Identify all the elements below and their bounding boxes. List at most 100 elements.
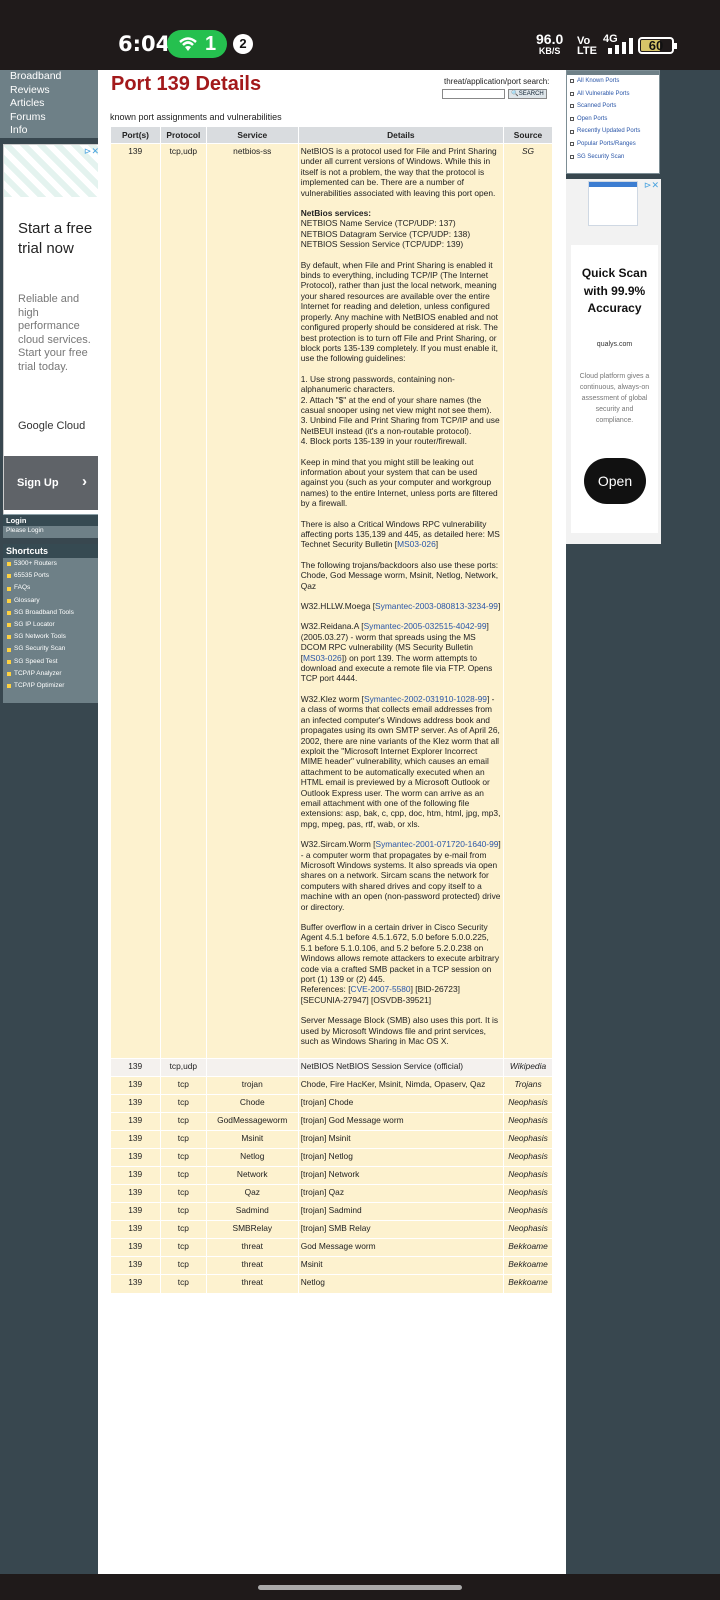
cell-source: Neophasis	[503, 1202, 553, 1221]
port-links-box: All Known Ports All Vulnerable Ports Sca…	[566, 70, 660, 174]
bullet-icon	[570, 91, 574, 96]
cell-service: Network	[206, 1166, 299, 1185]
details-paragraph: W32.Sircam.Worm [Symantec-2001-071720-16…	[300, 839, 501, 912]
nav-broadband[interactable]: Broadband	[10, 70, 104, 84]
nav-articles[interactable]: Articles	[10, 97, 104, 111]
cell-source: Neophasis	[503, 1184, 553, 1203]
details-paragraph: Keep in mind that you might still be lea…	[300, 456, 498, 509]
link-all-known-ports[interactable]: All Known Ports	[567, 75, 659, 88]
shortcut-item[interactable]: SG Broadband Tools	[3, 607, 102, 619]
shortcut-item[interactable]: SG Network Tools	[3, 631, 102, 643]
cell-protocol: tcp	[160, 1076, 207, 1095]
symantec-link[interactable]: Symantec-2002-031910-1028-99	[364, 694, 487, 704]
ms03-026-link[interactable]: MS03-026	[397, 539, 436, 549]
signal-icon	[608, 38, 633, 54]
symantec-link[interactable]: Symantec-2001-071720-1640-99	[375, 839, 498, 849]
cell-protocol: tcp	[160, 1112, 207, 1131]
cell-service: GodMessageworm	[206, 1112, 299, 1131]
symantec-link[interactable]: Symantec-2005-032515-4042-99	[364, 621, 487, 631]
shortcut-item[interactable]: SG Security Scan	[3, 643, 102, 655]
bullet-icon	[7, 574, 11, 579]
cell-protocol: tcp,udp	[160, 1058, 207, 1077]
login-link[interactable]: Please Login	[3, 526, 102, 535]
details-paragraph: W32.Klez worm [Symantec-2002-031910-1028…	[300, 693, 501, 829]
signup-button[interactable]: Sign Up ›	[4, 456, 101, 510]
shortcut-item[interactable]: FAQs	[3, 582, 102, 594]
bullet-icon	[7, 647, 11, 652]
link-security-scan[interactable]: SG Security Scan	[567, 151, 659, 164]
ad-domain: qualys.com	[596, 341, 633, 348]
volte-indicator: Vo LTE	[577, 35, 597, 57]
ad-choices-icon[interactable]: ⊳✕	[644, 180, 659, 191]
google-cloud-ad[interactable]: ⊳✕ Start a free trial now Reliable and h…	[3, 144, 102, 534]
link-open-ports[interactable]: Open Ports	[567, 113, 659, 126]
status-bar: 6:04 1 2 96.0 KB/S Vo LTE 4G 60	[0, 0, 720, 70]
table-row: 139 tcp threat God Message worm Bekkoame	[110, 1238, 553, 1257]
table-row: 139 tcp Network [trojan] Network Neophasis	[110, 1166, 553, 1185]
nav-reviews[interactable]: Reviews	[10, 84, 104, 98]
table-row: 139 tcp,udp netbios-ss NetBIOS is a prot…	[110, 143, 553, 1059]
nav-info[interactable]: Info	[10, 124, 104, 138]
cell-details: [trojan] Qaz	[298, 1184, 505, 1203]
col-header-protocol: Protocol	[159, 126, 207, 144]
cell-protocol: tcp	[160, 1184, 207, 1203]
shortcut-item[interactable]: Glossary	[3, 595, 102, 607]
cell-source: Bekkoame	[503, 1238, 553, 1257]
ad-body: Reliable and high performance cloud serv…	[18, 293, 91, 373]
link-all-vulnerable-ports[interactable]: All Vulnerable Ports	[567, 88, 659, 101]
link-scanned-ports[interactable]: Scanned Ports	[567, 100, 659, 113]
bullet-icon	[570, 79, 574, 84]
nav-forums[interactable]: Forums	[10, 111, 104, 125]
cell-protocol: tcp	[160, 1130, 207, 1149]
shortcut-item[interactable]: TCP/IP Analyzer	[3, 668, 102, 680]
ms03-026-link[interactable]: MS03-026	[303, 653, 342, 663]
cell-port: 139	[110, 1202, 161, 1221]
cell-source: Trojans	[503, 1076, 553, 1095]
link-recently-updated[interactable]: Recently Updated Ports	[567, 125, 659, 138]
right-sidebar: All Known Ports All Vulnerable Ports Sca…	[566, 70, 720, 1574]
col-header-source: Source	[503, 126, 553, 144]
cell-service: Chode	[206, 1094, 299, 1113]
login-title: Login	[3, 515, 102, 526]
cell-port: 139	[110, 1148, 161, 1167]
qualys-ad[interactable]: ⊳✕ Quick Scan with 99.9% Accuracy qualys…	[566, 179, 661, 544]
link-popular-ports[interactable]: Popular Ports/Ranges	[567, 138, 659, 151]
search-button[interactable]: 🔍SEARCH	[508, 89, 547, 99]
login-box[interactable]: Login Please Login	[3, 514, 102, 538]
top-nav: Broadband Reviews Articles Forums Info	[0, 70, 104, 138]
symantec-link[interactable]: Symantec-2003-080813-3234-99	[375, 601, 498, 611]
bullet-icon	[7, 598, 11, 603]
shortcut-item[interactable]: 65535 Ports	[3, 570, 102, 582]
open-button[interactable]: Open	[584, 458, 646, 504]
bullet-icon	[7, 562, 11, 567]
bullet-icon	[570, 154, 574, 159]
table-row: 139 tcp Qaz [trojan] Qaz Neophasis	[110, 1184, 553, 1203]
bullet-icon	[570, 104, 574, 109]
battery-icon: 60	[638, 37, 677, 54]
hotspot-indicator[interactable]: 1	[167, 30, 227, 58]
cve-link[interactable]: CVE-2007-5580	[351, 984, 411, 994]
cell-port: 139	[110, 1238, 161, 1257]
network-speed: 96.0 KB/S	[536, 31, 564, 56]
left-sidebar: Broadband Reviews Articles Forums Info	[0, 70, 104, 138]
cell-protocol: tcp	[160, 1202, 207, 1221]
shortcut-item[interactable]: TCP/IP Optimizer	[3, 680, 102, 692]
ad-brand: Google Cloud	[18, 420, 86, 432]
home-handle[interactable]	[258, 1585, 462, 1590]
chevron-right-icon: ›	[82, 473, 87, 490]
cell-protocol: tcp	[160, 1094, 207, 1113]
bullet-icon	[7, 610, 11, 615]
cell-service: SMBRelay	[206, 1220, 299, 1239]
cell-source: Neophasis	[503, 1094, 553, 1113]
ad-choices-icon[interactable]: ⊳✕	[84, 146, 99, 157]
shortcut-item[interactable]: SG IP Locator	[3, 619, 102, 631]
table-row: 139 tcp,udp NetBIOS NetBIOS Session Servic…	[110, 1058, 553, 1077]
search-input[interactable]	[442, 89, 505, 99]
bullet-icon	[570, 129, 574, 134]
gesture-bar	[0, 1574, 720, 1600]
shortcut-item[interactable]: 5300+ Routers	[3, 558, 102, 570]
cell-service: Netlog	[206, 1148, 299, 1167]
cell-details: NetBIOS NetBIOS Session Service (officia…	[298, 1058, 505, 1077]
shortcut-item[interactable]: SG Speed Test	[3, 656, 102, 668]
cell-port: 139	[110, 1184, 161, 1203]
